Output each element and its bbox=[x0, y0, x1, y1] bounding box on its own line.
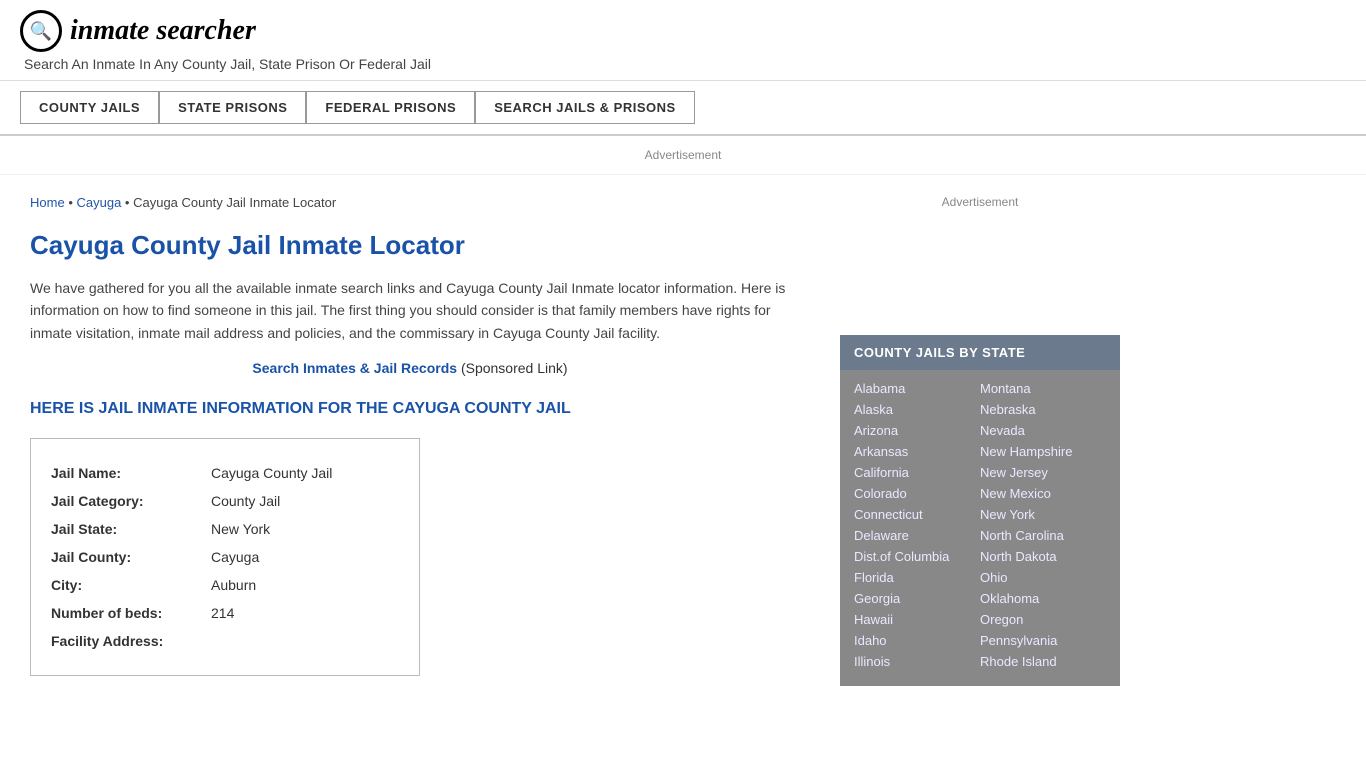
state-link-oklahoma[interactable]: Oklahoma bbox=[980, 588, 1106, 609]
page-title: Cayuga County Jail Inmate Locator bbox=[30, 230, 790, 261]
state-link-idaho[interactable]: Idaho bbox=[854, 630, 980, 651]
info-label-beds: Number of beds: bbox=[51, 599, 211, 627]
state-link-new-york[interactable]: New York bbox=[980, 504, 1106, 525]
state-columns: AlabamaAlaskaArizonaArkansasCaliforniaCo… bbox=[840, 370, 1120, 686]
info-row-category: Jail Category: County Jail bbox=[51, 487, 399, 515]
nav-county-jails[interactable]: COUNTY JAILS bbox=[20, 91, 159, 124]
info-row-beds: Number of beds: 214 bbox=[51, 599, 399, 627]
info-row-name: Jail Name: Cayuga County Jail bbox=[51, 459, 399, 487]
info-row-county: Jail County: Cayuga bbox=[51, 543, 399, 571]
state-link-california[interactable]: California bbox=[854, 462, 980, 483]
state-link-north-carolina[interactable]: North Carolina bbox=[980, 525, 1106, 546]
nav-state-prisons[interactable]: STATE PRISONS bbox=[159, 91, 306, 124]
section-heading: HERE IS JAIL INMATE INFORMATION FOR THE … bbox=[30, 400, 790, 418]
main-layout: Home • Cayuga • Cayuga County Jail Inmat… bbox=[0, 175, 1366, 706]
state-link-nebraska[interactable]: Nebraska bbox=[980, 399, 1106, 420]
info-label-name: Jail Name: bbox=[51, 459, 211, 487]
state-jails-box: COUNTY JAILS BY STATE AlabamaAlaskaArizo… bbox=[840, 335, 1120, 686]
breadcrumb: Home • Cayuga • Cayuga County Jail Inmat… bbox=[30, 195, 790, 210]
nav-inner: COUNTY JAILS STATE PRISONS FEDERAL PRISO… bbox=[20, 91, 1346, 124]
ad-banner-sidebar: Advertisement bbox=[840, 195, 1120, 315]
nav-search-jails[interactable]: SEARCH JAILS & PRISONS bbox=[475, 91, 694, 124]
ad-banner-top: Advertisement bbox=[0, 136, 1366, 175]
main-content: Home • Cayuga • Cayuga County Jail Inmat… bbox=[0, 175, 820, 706]
state-col-left: AlabamaAlaskaArizonaArkansasCaliforniaCo… bbox=[854, 378, 980, 672]
info-label-state: Jail State: bbox=[51, 515, 211, 543]
state-link-oregon[interactable]: Oregon bbox=[980, 609, 1106, 630]
sponsored-note-text: (Sponsored Link) bbox=[461, 360, 568, 376]
state-link-arizona[interactable]: Arizona bbox=[854, 420, 980, 441]
info-label-city: City: bbox=[51, 571, 211, 599]
logo-text: inmate searcher bbox=[70, 15, 256, 47]
info-row-state: Jail State: New York bbox=[51, 515, 399, 543]
logo-magnifier: 🔍 bbox=[30, 21, 52, 42]
tagline: Search An Inmate In Any County Jail, Sta… bbox=[24, 56, 1346, 72]
info-value-beds: 214 bbox=[211, 599, 234, 627]
info-value-city: Auburn bbox=[211, 571, 256, 599]
state-link-north-dakota[interactable]: North Dakota bbox=[980, 546, 1106, 567]
state-link-montana[interactable]: Montana bbox=[980, 378, 1106, 399]
breadcrumb-sep2: • bbox=[125, 195, 133, 210]
logo-icon: 🔍 bbox=[20, 10, 62, 52]
state-link-rhode-island[interactable]: Rhode Island bbox=[980, 651, 1106, 672]
nav-federal-prisons[interactable]: FEDERAL PRISONS bbox=[306, 91, 475, 124]
state-link-alabama[interactable]: Alabama bbox=[854, 378, 980, 399]
state-link-pennsylvania[interactable]: Pennsylvania bbox=[980, 630, 1106, 651]
state-link-dist.of-columbia[interactable]: Dist.of Columbia bbox=[854, 546, 980, 567]
breadcrumb-cayuga[interactable]: Cayuga bbox=[76, 195, 121, 210]
state-link-connecticut[interactable]: Connecticut bbox=[854, 504, 980, 525]
info-row-address: Facility Address: bbox=[51, 627, 399, 655]
description-text: We have gathered for you all the availab… bbox=[30, 277, 790, 344]
site-header: 🔍 inmate searcher Search An Inmate In An… bbox=[0, 0, 1366, 81]
sidebar: Advertisement COUNTY JAILS BY STATE Alab… bbox=[820, 175, 1130, 706]
state-link-new-jersey[interactable]: New Jersey bbox=[980, 462, 1106, 483]
state-link-new-hampshire[interactable]: New Hampshire bbox=[980, 441, 1106, 462]
state-link-nevada[interactable]: Nevada bbox=[980, 420, 1106, 441]
state-link-delaware[interactable]: Delaware bbox=[854, 525, 980, 546]
state-link-new-mexico[interactable]: New Mexico bbox=[980, 483, 1106, 504]
info-box: Jail Name: Cayuga County Jail Jail Categ… bbox=[30, 438, 420, 676]
breadcrumb-home[interactable]: Home bbox=[30, 195, 65, 210]
sponsored-link-section: Search Inmates & Jail Records (Sponsored… bbox=[30, 360, 790, 376]
state-col-right: MontanaNebraskaNevadaNew HampshireNew Je… bbox=[980, 378, 1106, 672]
state-link-illinois[interactable]: Illinois bbox=[854, 651, 980, 672]
info-value-county: Cayuga bbox=[211, 543, 259, 571]
info-label-category: Jail Category: bbox=[51, 487, 211, 515]
state-link-ohio[interactable]: Ohio bbox=[980, 567, 1106, 588]
info-value-category: County Jail bbox=[211, 487, 280, 515]
breadcrumb-current: Cayuga County Jail Inmate Locator bbox=[133, 195, 336, 210]
state-link-hawaii[interactable]: Hawaii bbox=[854, 609, 980, 630]
state-link-florida[interactable]: Florida bbox=[854, 567, 980, 588]
sponsored-link[interactable]: Search Inmates & Jail Records bbox=[252, 360, 457, 376]
state-link-alaska[interactable]: Alaska bbox=[854, 399, 980, 420]
info-label-address: Facility Address: bbox=[51, 627, 211, 655]
info-row-city: City: Auburn bbox=[51, 571, 399, 599]
info-label-county: Jail County: bbox=[51, 543, 211, 571]
state-link-georgia[interactable]: Georgia bbox=[854, 588, 980, 609]
logo-area: 🔍 inmate searcher bbox=[20, 10, 1346, 52]
state-link-arkansas[interactable]: Arkansas bbox=[854, 441, 980, 462]
info-value-state: New York bbox=[211, 515, 270, 543]
state-link-colorado[interactable]: Colorado bbox=[854, 483, 980, 504]
state-box-title: COUNTY JAILS BY STATE bbox=[840, 335, 1120, 370]
info-value-name: Cayuga County Jail bbox=[211, 459, 332, 487]
main-nav: COUNTY JAILS STATE PRISONS FEDERAL PRISO… bbox=[0, 81, 1366, 136]
